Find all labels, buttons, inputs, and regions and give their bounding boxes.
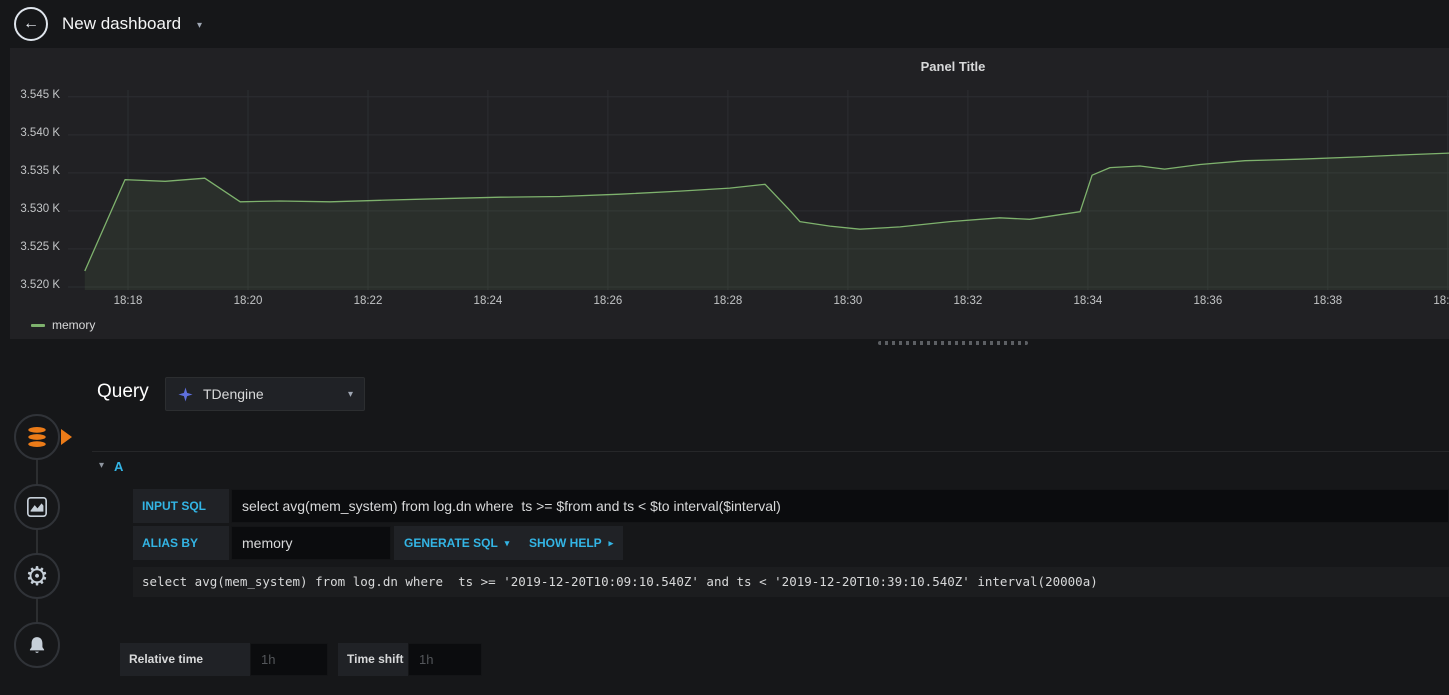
graph-panel: Panel Title 3.545 K 3.540 K 3.535 K 3.530 K…: [10, 48, 1449, 339]
grafana-panel-editor: ← New dashboard ▾ Panel Title 3.545 K 3.5…: [0, 0, 1449, 695]
relative-time-label: Relative time: [120, 643, 250, 676]
query-ref-id[interactable]: A: [114, 459, 123, 474]
relative-time-field[interactable]: [250, 643, 328, 676]
bell-icon: [29, 637, 45, 654]
query-row-divider: [92, 451, 1449, 452]
tab-visualization[interactable]: [14, 484, 60, 530]
datasource-picker[interactable]: TDengine ▾: [165, 377, 365, 411]
y-axis-tick-label: 3.530 K: [20, 202, 60, 215]
x-axis-tick-label: 18:40: [1433, 295, 1449, 307]
x-axis-tick-label: 18:36: [1193, 295, 1223, 307]
time-shift-label: Time shift: [338, 643, 408, 676]
tab-alert[interactable]: [14, 622, 60, 668]
tab-queries[interactable]: [14, 414, 60, 460]
tab-general[interactable]: ⚙: [14, 553, 60, 599]
back-arrow-icon: ←: [23, 15, 39, 32]
time-shift-field[interactable]: [408, 643, 482, 676]
show-help-button[interactable]: SHOW HELP ▸: [519, 526, 624, 560]
tabs-connector-line: [36, 430, 38, 652]
gear-icon: ⚙: [25, 561, 49, 591]
back-button[interactable]: ←: [14, 7, 48, 41]
input-sql-label: INPUT SQL: [133, 489, 229, 523]
x-axis-tick-label: 18:34: [1073, 295, 1103, 307]
x-axis-tick-label: 18:18: [113, 295, 143, 307]
graph-icon: [27, 497, 47, 517]
legend: memory: [31, 318, 95, 332]
x-axis-tick-label: 18:24: [473, 295, 503, 307]
legend-series-marker: [31, 323, 45, 327]
legend-series-label[interactable]: memory: [52, 318, 95, 332]
query-collapse-caret-icon[interactable]: ▾: [99, 460, 104, 471]
y-axis-tick-label: 3.520 K: [20, 278, 60, 291]
horizontal-scrollbar-thumb[interactable]: [878, 341, 1028, 345]
time-series-chart[interactable]: 3.545 K 3.540 K 3.535 K 3.530 K 3.525 K 3.520…: [10, 48, 1449, 339]
y-axis-tick-label: 3.525 K: [20, 240, 60, 253]
y-axis-tick-label: 3.545 K: [20, 88, 60, 101]
show-help-label: SHOW HELP: [529, 536, 602, 550]
top-navbar: ← New dashboard ▾: [0, 0, 1449, 48]
dashboard-title[interactable]: New dashboard: [62, 0, 181, 48]
caret-down-icon: ▾: [504, 537, 510, 548]
generated-sql-preview: select avg(mem_system) from log.dn where…: [133, 567, 1449, 597]
y-axis-tick-label: 3.540 K: [20, 126, 60, 139]
datasource-caret-icon: ▾: [347, 388, 353, 400]
x-axis-tick-label: 18:30: [833, 295, 863, 307]
x-axis-tick-label: 18:22: [353, 295, 383, 307]
x-axis-tick-label: 18:38: [1313, 295, 1343, 307]
tdengine-logo-icon: [178, 386, 193, 402]
input-sql-field[interactable]: [231, 489, 1449, 523]
x-axis-tick-label: 18:26: [593, 295, 623, 307]
x-axis-tick-label: 18:32: [953, 295, 983, 307]
y-axis-tick-label: 3.535 K: [20, 164, 60, 177]
datasource-name: TDengine: [203, 386, 264, 402]
generate-sql-button[interactable]: GENERATE SQL ▾: [394, 526, 520, 560]
active-tab-arrow-icon: [61, 429, 72, 445]
dashboard-title-caret-icon[interactable]: ▾: [197, 1, 202, 49]
caret-right-icon: ▸: [608, 537, 614, 548]
x-axis-tick-label: 18:28: [713, 295, 743, 307]
database-icon: [28, 427, 46, 447]
generate-sql-label: GENERATE SQL: [404, 536, 498, 550]
x-axis-tick-label: 18:20: [233, 295, 263, 307]
alias-by-field[interactable]: [231, 526, 391, 560]
query-section-title: Query: [97, 381, 149, 402]
alias-by-label: ALIAS BY: [133, 526, 229, 560]
